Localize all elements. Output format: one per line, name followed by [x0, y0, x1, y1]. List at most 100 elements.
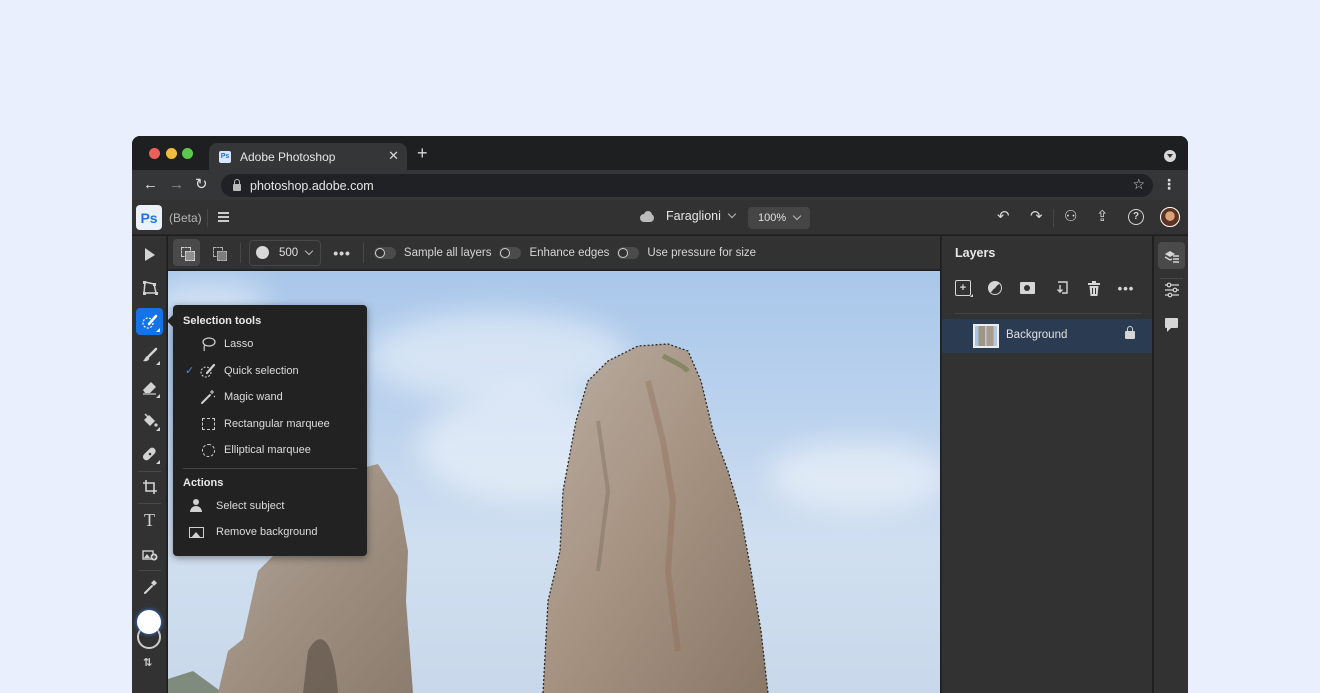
tab-strip: Ps Adobe Photoshop ✕ + — [132, 136, 1188, 170]
new-tab-button[interactable]: + — [417, 144, 428, 162]
swap-colors-icon[interactable]: ⇅ — [143, 656, 152, 669]
foreground-color-swatch[interactable] — [137, 610, 161, 634]
lock-icon[interactable] — [1125, 326, 1135, 339]
minimize-window-button[interactable] — [166, 148, 177, 159]
document-name-button[interactable]: Faraglioni — [640, 209, 737, 223]
rectangular-marquee-icon — [200, 416, 216, 432]
toolbar-divider — [138, 503, 161, 504]
zoom-level-select[interactable]: 100% — [748, 207, 810, 229]
layer-row-background[interactable]: Background — [942, 319, 1152, 353]
toolbar-divider — [138, 570, 161, 571]
tab-title: Adobe Photoshop — [240, 149, 336, 164]
tool-group-indicator — [156, 328, 160, 332]
eyedropper-icon — [143, 579, 157, 594]
selection-tools-heading: Selection tools — [183, 315, 262, 327]
tool-group-indicator — [156, 427, 160, 431]
brush-size-select[interactable]: 500 — [249, 239, 322, 266]
add-mask-icon[interactable] — [1020, 282, 1035, 294]
comments-panel-button[interactable] — [1158, 309, 1185, 336]
adjustment-layer-icon[interactable] — [988, 281, 1002, 295]
layers-icon — [1164, 250, 1179, 263]
help-icon[interactable]: ? — [1128, 209, 1144, 225]
menu-item-magic-wand[interactable]: Magic wand — [173, 384, 367, 411]
healing-brush-tool[interactable] — [136, 440, 163, 467]
menu-item-rectangular-marquee[interactable]: Rectangular marquee — [173, 411, 367, 438]
menu-item-label: Quick selection — [224, 364, 299, 377]
brush-size-value: 500 — [279, 246, 299, 259]
browser-menu-icon[interactable]: ⋮ — [1162, 176, 1176, 192]
tools-panel: T ⇅ — [132, 236, 167, 693]
transform-tool[interactable] — [136, 274, 163, 301]
layers-divider — [955, 313, 1141, 314]
more-options-icon[interactable]: ••• — [333, 245, 351, 261]
type-tool[interactable]: T — [136, 507, 163, 534]
sample-all-layers-label: Sample all layers — [403, 246, 492, 259]
reload-button[interactable]: ↻ — [195, 176, 208, 194]
close-window-button[interactable] — [149, 148, 160, 159]
magic-wand-icon — [200, 389, 216, 405]
add-to-selection-icon — [180, 246, 195, 261]
tab-search-icon[interactable] — [1164, 150, 1176, 162]
select-subject-icon — [188, 498, 204, 514]
remove-background-icon — [188, 524, 204, 540]
add-layer-icon[interactable]: + — [955, 280, 973, 297]
layers-more-icon[interactable]: ••• — [1118, 280, 1134, 296]
brush-tool[interactable] — [136, 341, 163, 368]
undo-icon[interactable]: ↶ — [997, 209, 1010, 225]
delete-layer-icon[interactable] — [1086, 280, 1102, 296]
close-tab-icon[interactable]: ✕ — [388, 148, 399, 164]
photoshop-favicon-icon: Ps — [219, 150, 231, 163]
options-divider — [240, 242, 241, 263]
lock-icon — [233, 178, 241, 191]
elliptical-marquee-icon — [200, 442, 216, 458]
header-divider — [1053, 209, 1054, 227]
options-divider — [362, 242, 364, 263]
layers-panel-button[interactable] — [1158, 242, 1185, 269]
avatar[interactable] — [1160, 207, 1180, 227]
redo-icon[interactable]: ↷ — [1030, 209, 1043, 225]
quick-selection-tool[interactable] — [136, 308, 163, 335]
browser-tab[interactable]: Ps Adobe Photoshop ✕ — [209, 143, 407, 170]
menu-item-select-subject[interactable]: Select subject — [173, 493, 367, 520]
toolbar-divider — [138, 471, 161, 472]
eyedropper-tool[interactable] — [136, 573, 163, 600]
hamburger-menu-icon[interactable] — [218, 212, 229, 222]
menu-item-label: Select subject — [216, 499, 285, 512]
url-field[interactable]: photoshop.adobe.com ☆ — [221, 174, 1153, 197]
subtract-from-selection-button[interactable] — [205, 239, 232, 266]
tool-options-bar: 500 ••• Sample all layers Enhance edges … — [168, 236, 940, 270]
use-pressure-toggle[interactable] — [617, 246, 640, 259]
enhance-edges-toggle[interactable] — [499, 246, 522, 259]
sample-all-layers-toggle[interactable] — [373, 246, 396, 259]
photoshop-logo[interactable]: Ps — [136, 205, 162, 230]
url-text: photoshop.adobe.com — [250, 178, 374, 193]
crop-tool[interactable] — [136, 473, 163, 500]
maximize-window-button[interactable] — [182, 148, 193, 159]
menu-item-lasso[interactable]: Lasso — [173, 331, 367, 358]
sliders-icon — [1164, 282, 1179, 297]
browser-window: Ps Adobe Photoshop ✕ + ← → ↻ photoshop.a… — [132, 136, 1188, 693]
document-name: Faraglioni — [666, 209, 721, 223]
share-icon[interactable]: ⇪ — [1096, 209, 1109, 225]
menu-item-remove-background[interactable]: Remove background — [173, 519, 367, 546]
place-image-tool[interactable] — [136, 540, 163, 567]
move-tool[interactable] — [136, 241, 163, 268]
paint-bucket-tool[interactable] — [136, 407, 163, 434]
layers-panel: Layers + ••• Background — [941, 236, 1152, 693]
menu-item-elliptical-marquee[interactable]: Elliptical marquee — [173, 437, 367, 464]
back-button[interactable]: ← — [143, 176, 158, 194]
lasso-icon — [200, 336, 216, 352]
beta-label: (Beta) — [169, 211, 202, 225]
adjustments-panel-button[interactable] — [1158, 276, 1185, 303]
invite-icon[interactable]: ⚇ — [1064, 209, 1077, 225]
forward-button[interactable]: → — [169, 176, 184, 194]
address-bar-row: ← → ↻ photoshop.adobe.com ☆ ⋮ — [132, 170, 1188, 200]
bookmark-star-icon[interactable]: ☆ — [1132, 176, 1145, 193]
tool-group-indicator — [156, 361, 160, 365]
clipping-mask-icon[interactable] — [1053, 280, 1069, 296]
add-to-selection-button[interactable] — [173, 239, 200, 266]
menu-item-label: Lasso — [224, 338, 254, 351]
cloud-synced-icon — [640, 210, 658, 222]
eraser-tool[interactable] — [136, 374, 163, 401]
menu-item-quick-selection[interactable]: ✓ Quick selection — [173, 358, 367, 385]
